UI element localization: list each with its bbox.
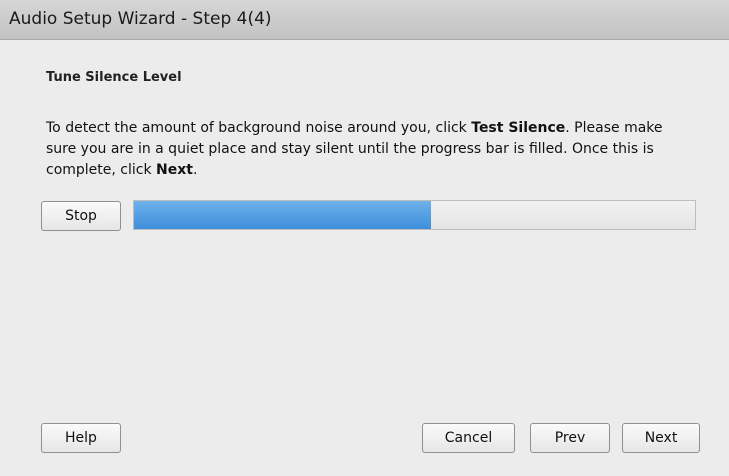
help-button[interactable]: Help [41, 423, 121, 453]
instructions-text: To detect the amount of background noise… [46, 118, 696, 181]
instructions-part-3: . [192, 162, 198, 178]
stop-button[interactable]: Stop [41, 201, 121, 231]
test-silence-emphasis: Test Silence [471, 120, 566, 136]
prev-button[interactable]: Prev [530, 423, 610, 453]
title-bar: Audio Setup Wizard - Step 4(4) [0, 0, 729, 40]
progress-fill [134, 201, 432, 229]
section-heading: Tune Silence Level [46, 70, 182, 85]
cancel-button[interactable]: Cancel [422, 423, 515, 453]
next-button[interactable]: Next [622, 423, 700, 453]
instructions-part-1: To detect the amount of background noise… [46, 120, 472, 136]
next-emphasis: Next [156, 162, 193, 178]
window-title: Audio Setup Wizard - Step 4(4) [9, 9, 272, 29]
silence-progress-bar [133, 200, 696, 230]
